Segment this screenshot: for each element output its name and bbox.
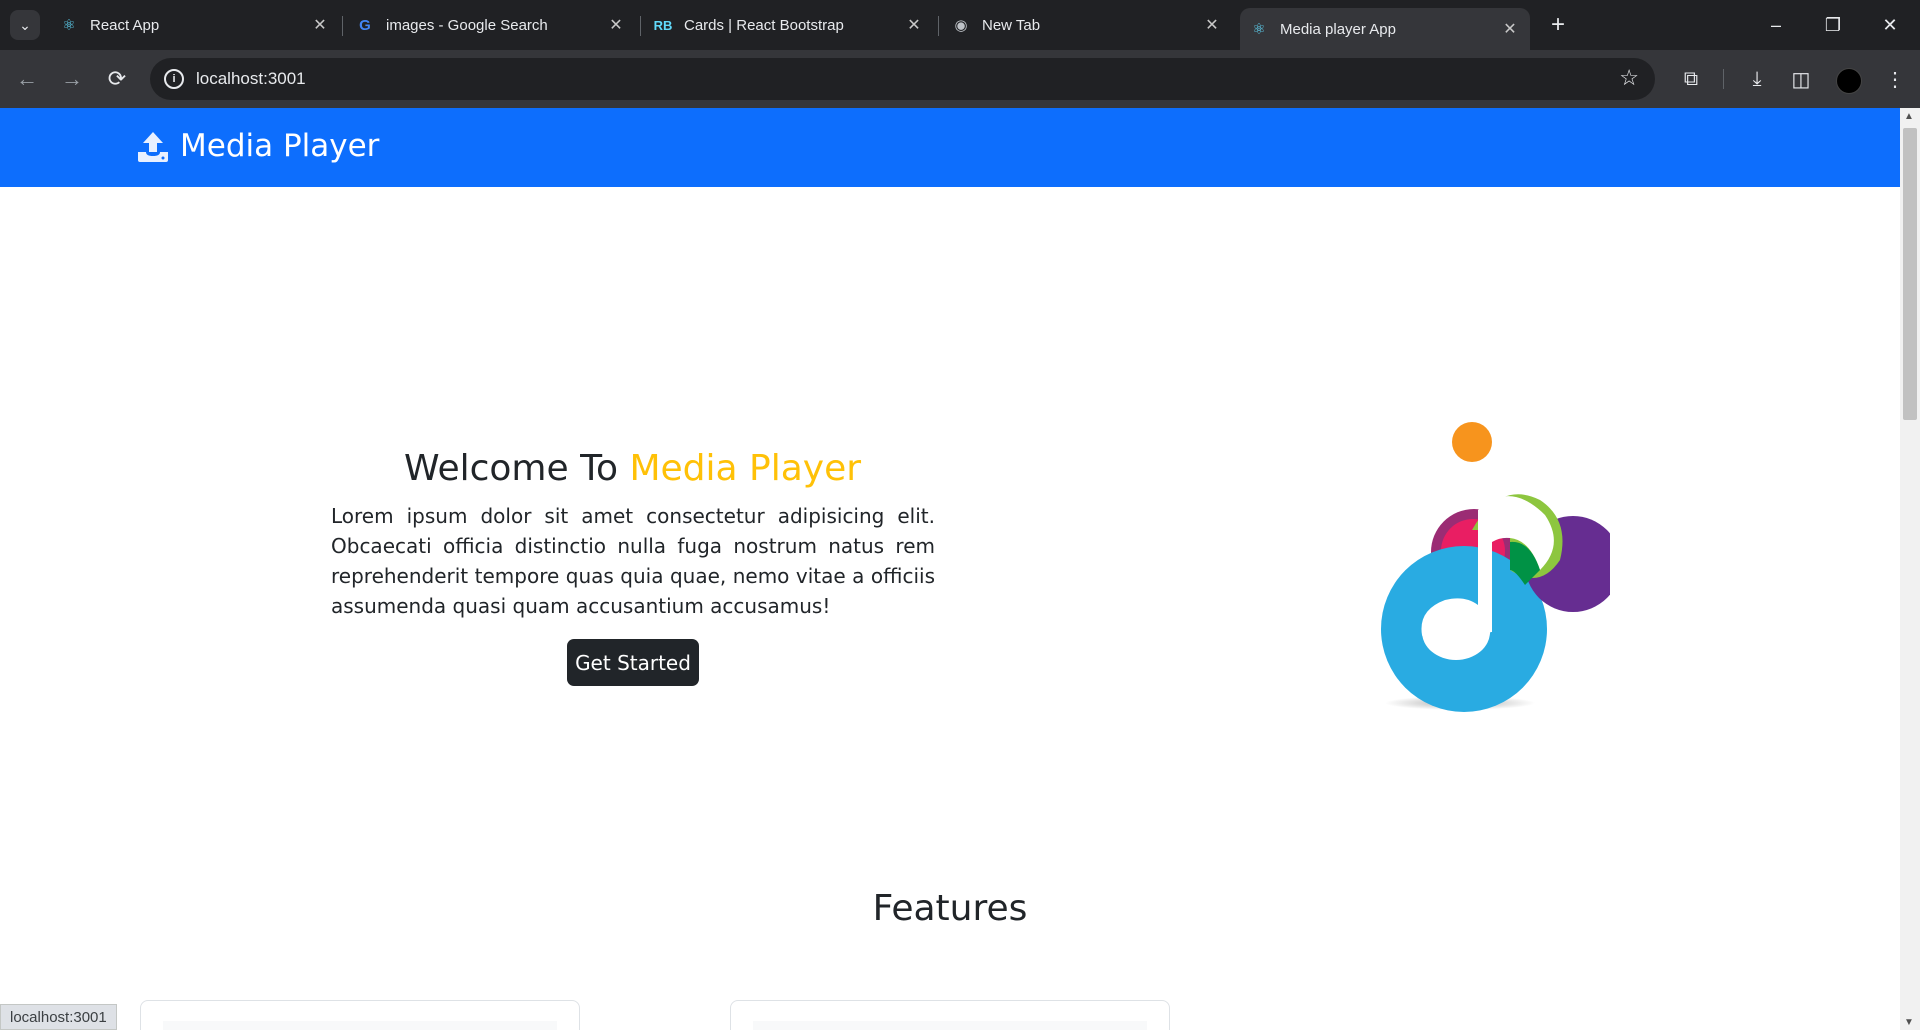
hero-title: Welcome To Media Player: [330, 448, 935, 489]
more-vert-icon: ⋮: [1885, 68, 1905, 91]
google-icon: G: [359, 16, 371, 34]
back-button[interactable]: ←: [12, 64, 42, 94]
scroll-up-icon[interactable]: ▲: [1904, 111, 1914, 122]
browser-toolbar: ← → ⟳ i localhost:3001 ☆ ⧉ ⤓ ◫ ⋮: [0, 50, 1920, 108]
page-scrollbar[interactable]: ▲ ▼: [1900, 108, 1920, 1030]
reload-button[interactable]: ⟳: [102, 64, 132, 94]
link-status-bubble: localhost:3001: [0, 1004, 117, 1030]
forward-button[interactable]: →: [57, 64, 87, 94]
side-panel-icon: ◫: [1791, 68, 1811, 91]
downloads-button[interactable]: ⤓: [1742, 64, 1772, 94]
close-icon[interactable]: ✕: [310, 15, 330, 35]
react-icon: ⚛: [1252, 21, 1266, 38]
browser-tab-active[interactable]: ⚛ Media player App ✕: [1240, 8, 1530, 50]
tab-title: Media player App: [1280, 20, 1396, 38]
arrow-right-icon: →: [61, 66, 83, 91]
puzzle-icon: ⧉: [1683, 67, 1699, 90]
browser-tab[interactable]: G images - Google Search ✕: [356, 8, 626, 42]
new-tab-button[interactable]: +: [1543, 10, 1573, 40]
tab-title: New Tab: [982, 16, 1041, 34]
hero-description: Lorem ipsum dolor sit amet consectetur a…: [331, 504, 935, 618]
tab-separator: [938, 16, 939, 36]
browser-tab[interactable]: ⚛ React App ✕: [60, 8, 330, 42]
close-icon[interactable]: ✕: [1500, 19, 1520, 39]
close-window-button[interactable]: ✕: [1870, 10, 1910, 40]
feature-card: [140, 1000, 580, 1030]
navbar-brand[interactable]: Media Player: [180, 128, 379, 164]
feature-card-image: [163, 1021, 557, 1030]
tab-title: Cards | React Bootstrap: [684, 16, 844, 34]
get-started-button[interactable]: Get Started: [567, 639, 699, 686]
music-note-logo-icon: [1381, 422, 1610, 712]
address-bar[interactable]: i localhost:3001 ☆: [150, 58, 1655, 100]
tab-title: React App: [90, 16, 160, 34]
browser-menu-button[interactable]: ⋮: [1880, 64, 1910, 94]
chrome-icon: ◉: [954, 17, 968, 34]
browser-tab[interactable]: RB Cards | React Bootstrap ✕: [654, 8, 924, 42]
minimize-button[interactable]: –: [1756, 10, 1796, 40]
toolbar-separator: [1723, 69, 1724, 89]
close-icon: ✕: [1882, 14, 1898, 35]
features-heading: Features: [872, 888, 1028, 929]
browser-tab-strip: ⌄ ⚛ React App ✕ G images - Google Search…: [0, 0, 1920, 50]
restore-icon: ❐: [1824, 14, 1842, 35]
close-icon[interactable]: ✕: [904, 15, 924, 35]
hero-title-accent: Media Player: [629, 448, 862, 489]
info-icon[interactable]: i: [164, 69, 184, 89]
react-bootstrap-icon: RB: [653, 17, 673, 33]
page-viewport: Media Player Welcome To Media Player Lor…: [0, 108, 1900, 1030]
feature-card-image: [753, 1021, 1147, 1030]
download-icon: ⤓: [1752, 67, 1762, 90]
react-icon: ⚛: [62, 17, 76, 34]
side-panel-button[interactable]: ◫: [1786, 64, 1816, 94]
site-navbar: Media Player: [0, 108, 1900, 187]
minimize-icon: –: [1770, 14, 1781, 35]
scroll-down-icon[interactable]: ▼: [1904, 1017, 1914, 1028]
star-icon[interactable]: ☆: [1619, 65, 1639, 91]
close-icon[interactable]: ✕: [1202, 15, 1222, 35]
scroll-thumb[interactable]: [1903, 128, 1917, 420]
upload-icon[interactable]: [136, 130, 170, 164]
chevron-down-icon: ⌄: [19, 16, 31, 33]
tab-search-button[interactable]: ⌄: [10, 10, 40, 40]
tab-title: images - Google Search: [386, 16, 548, 34]
profile-avatar[interactable]: [1836, 68, 1862, 94]
feature-card: [730, 1000, 1170, 1030]
close-icon[interactable]: ✕: [606, 15, 626, 35]
tab-separator: [640, 16, 641, 36]
plus-icon: +: [1550, 11, 1565, 38]
extensions-button[interactable]: ⧉: [1676, 64, 1706, 94]
restore-button[interactable]: ❐: [1813, 10, 1853, 40]
browser-tab[interactable]: ◉ New Tab ✕: [952, 8, 1222, 42]
reload-icon: ⟳: [107, 66, 127, 91]
hero-title-prefix: Welcome To: [403, 448, 618, 489]
tab-separator: [342, 16, 343, 36]
arrow-left-icon: ←: [16, 66, 38, 91]
url-text[interactable]: localhost:3001: [196, 69, 306, 89]
